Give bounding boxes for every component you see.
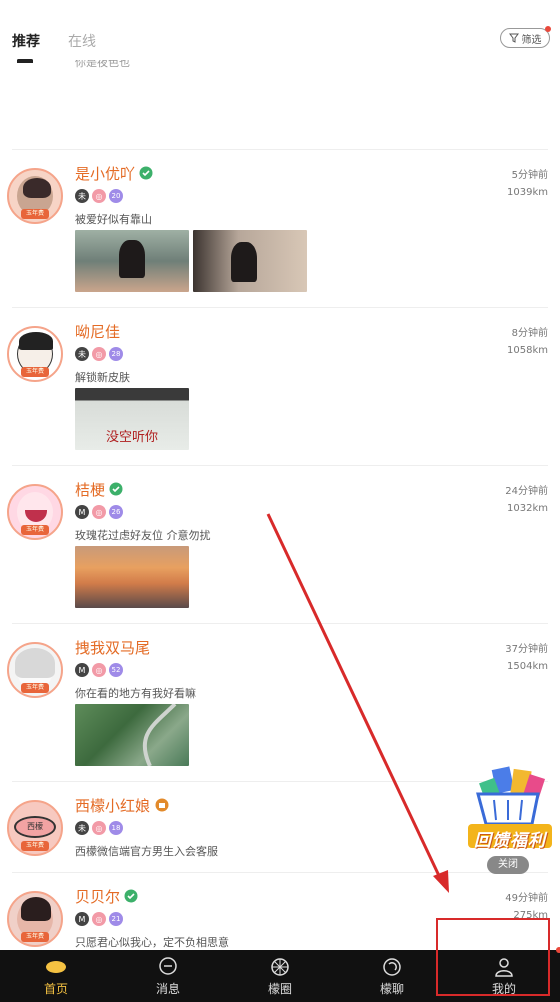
verified-icon — [124, 889, 138, 903]
post-distance: 1504km — [507, 661, 548, 672]
verified-icon — [139, 166, 153, 180]
nav-message[interactable]: 消息 — [112, 950, 224, 1002]
avatar-tag: 玉年费 — [21, 367, 49, 377]
nav-label: 消息 — [155, 982, 180, 996]
annotation-highlight-box — [436, 918, 550, 996]
chat-badge-icon: ◎ — [92, 821, 106, 835]
user-bio: 西檬微信端官方男生入会客服 — [75, 845, 218, 858]
badge-row: M ◎ 21 — [75, 912, 123, 926]
chat-badge-icon: ◎ — [92, 663, 106, 677]
divider — [12, 149, 548, 150]
avatar[interactable]: 西檬 玉年费 — [7, 800, 63, 856]
user-name[interactable]: 拽我双马尾 — [75, 637, 150, 658]
post-time: 8分钟前 — [511, 328, 548, 339]
nav-label: 檬聊 — [379, 982, 404, 996]
badge-row: M ◎ 26 — [75, 505, 123, 519]
divider — [12, 623, 548, 624]
profile-red-dot — [556, 947, 560, 953]
chat-badge-icon: ◎ — [92, 912, 106, 926]
nav-label: 首页 — [43, 982, 68, 996]
user-name[interactable]: 呦尼佳 — [75, 321, 120, 342]
member-badge: M — [75, 505, 89, 519]
post-photo[interactable] — [75, 546, 189, 608]
chat-badge-icon: ◎ — [92, 189, 106, 203]
post-photo[interactable] — [75, 704, 189, 766]
avatar[interactable]: 玉年费 — [7, 326, 63, 382]
chat-icon — [383, 958, 401, 976]
user-bio: 只愿君心似我心，定不负相思意 — [75, 936, 229, 949]
post-photo[interactable] — [75, 230, 189, 292]
tab-online[interactable]: 在线 — [68, 31, 96, 51]
avatar-tag: 玉年费 — [21, 932, 49, 942]
app-root: 推荐 在线 筛选 你是夜色也 玉年费 是小优吖 未 ◎ 20 被爱好似有靠山 5… — [0, 0, 560, 1002]
top-bar: 推荐 在线 筛选 — [0, 0, 560, 62]
avatar-text: 西檬 — [27, 822, 43, 831]
avatar-tag: 玉年费 — [21, 209, 49, 219]
gender-badge: 未 — [75, 189, 89, 203]
promo-close-button[interactable]: 关闭 — [487, 856, 529, 874]
chat-badge-icon: ◎ — [92, 505, 106, 519]
member-badge: M — [75, 663, 89, 677]
badge-row: 未 ◎ 28 — [75, 347, 123, 361]
official-badge-icon — [155, 798, 169, 812]
circle-icon — [271, 958, 289, 976]
gender-badge: 未 — [75, 821, 89, 835]
post-time: 37分钟前 — [505, 644, 548, 655]
avatar[interactable]: 玉年费 — [7, 642, 63, 698]
user-name[interactable]: 西檬小红娘 — [75, 795, 150, 816]
divider — [12, 307, 548, 308]
promo-title: 回馈福利 — [474, 831, 546, 851]
user-bio: 被爱好似有靠山 — [75, 213, 152, 226]
user-name[interactable]: 贝贝尔 — [75, 886, 120, 907]
level-badge: 52 — [109, 663, 123, 677]
filter-icon — [508, 33, 519, 43]
post-photo[interactable] — [193, 230, 307, 292]
post-distance: 1032km — [507, 503, 548, 514]
tab-recommend[interactable]: 推荐 — [12, 31, 40, 51]
user-bio: 玫瑰花过虑好友位 介意勿扰 — [75, 529, 211, 542]
chat-badge-icon: ◎ — [92, 347, 106, 361]
avatar-tag: 玉年费 — [21, 525, 49, 535]
level-badge: 26 — [109, 505, 123, 519]
badge-row: 未 ◎ 18 — [75, 821, 123, 835]
user-name[interactable]: 桔梗 — [75, 479, 105, 500]
filter-button[interactable]: 筛选 — [500, 26, 551, 48]
post-time: 24分钟前 — [505, 486, 548, 497]
nav-circle[interactable]: 檬圈 — [224, 950, 336, 1002]
level-badge: 20 — [109, 189, 123, 203]
user-bio: 解锁新皮肤 — [75, 371, 130, 384]
user-bio: 你在看的地方有我好看嘛 — [75, 687, 196, 700]
avatar[interactable]: 玉年费 — [7, 484, 63, 540]
tab-indicator — [17, 59, 33, 62]
nav-chat[interactable]: 檬聊 — [336, 950, 448, 1002]
verified-icon — [109, 482, 123, 496]
badge-row: M ◎ 52 — [75, 663, 123, 677]
level-badge: 21 — [109, 912, 123, 926]
avatar-tag: 玉年费 — [21, 683, 49, 693]
level-badge: 28 — [109, 347, 123, 361]
post-distance: 1039km — [507, 187, 548, 198]
filter-label: 筛选 — [521, 34, 542, 46]
post-time: 49分钟前 — [505, 893, 548, 904]
badge-row: 未 ◎ 20 — [75, 189, 123, 203]
photo-caption: 没空听你 — [105, 430, 158, 445]
divider — [12, 872, 548, 873]
home-lemon-icon — [46, 961, 66, 973]
avatar-tag: 玉年费 — [21, 841, 49, 851]
post-photo[interactable]: 没空听你 — [75, 388, 189, 450]
avatar[interactable]: 玉年费 — [7, 891, 63, 947]
promo-floating-banner[interactable]: 回馈福利 — [468, 766, 552, 856]
nav-label: 檬圈 — [267, 982, 292, 996]
post-distance: 1058km — [507, 345, 548, 356]
post-time: 5分钟前 — [511, 170, 548, 181]
nav-home[interactable]: 首页 — [0, 950, 112, 1002]
message-icon — [159, 957, 177, 975]
divider — [12, 465, 548, 466]
level-badge: 18 — [109, 821, 123, 835]
gender-badge: 未 — [75, 347, 89, 361]
avatar[interactable]: 玉年费 — [7, 168, 63, 224]
member-badge: M — [75, 912, 89, 926]
filter-red-dot — [545, 26, 551, 32]
user-name[interactable]: 是小优吖 — [75, 163, 135, 184]
